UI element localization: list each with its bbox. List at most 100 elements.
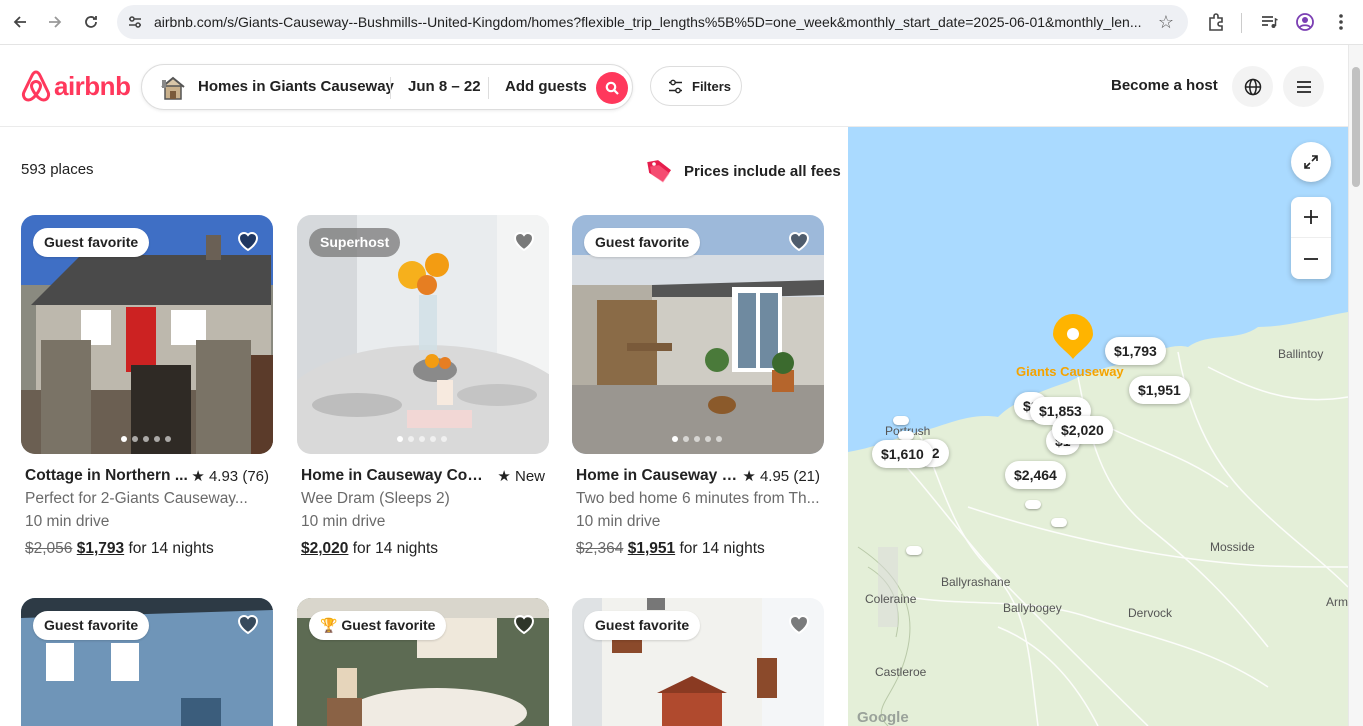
heart-icon[interactable]: [235, 228, 261, 254]
kebab-menu-icon[interactable]: [1329, 10, 1353, 34]
listing-photo[interactable]: Guest favorite: [572, 215, 824, 454]
listing-price[interactable]: $2,020 for 14 nights: [301, 540, 438, 558]
home-category-icon: [161, 76, 185, 100]
map-mini-pin[interactable]: [1051, 518, 1067, 527]
search-bar[interactable]: Homes in Giants Causeway Jun 8 – 22 Add …: [141, 64, 633, 110]
google-attribution: Google: [857, 709, 909, 726]
extensions-icon[interactable]: [1204, 10, 1228, 34]
listing-badge: Guest favorite: [584, 611, 701, 640]
search-divider: [390, 77, 391, 99]
listing-badge: Guest favorite: [33, 611, 150, 640]
search-guests[interactable]: Add guests: [505, 78, 587, 95]
listing-subtitle: Perfect for 2-Giants Causeway...: [25, 490, 248, 507]
fees-label: Prices include all fees: [684, 163, 841, 180]
zoom-out-icon[interactable]: [1291, 238, 1331, 279]
price-pin[interactable]: $1,610: [872, 440, 933, 468]
listing-subtitle: Two bed home 6 minutes from Th...: [576, 490, 820, 507]
address-bar[interactable]: airbnb.com/s/Giants-Causeway--Bushmills-…: [117, 5, 1188, 39]
price-period: for 14 nights: [679, 540, 765, 557]
zoom-controls: [1291, 197, 1331, 279]
map-mini-pin[interactable]: [1025, 500, 1041, 509]
price-pin[interactable]: $2,020: [1052, 416, 1113, 444]
listing-subtitle: Wee Dram (Sleeps 2): [301, 490, 450, 507]
scrollbar-thumb[interactable]: [1352, 67, 1360, 187]
heart-icon[interactable]: [235, 611, 261, 637]
map-panel[interactable]: Giants Causeway Ballintoy Portrush Mossi…: [848, 127, 1348, 726]
hamburger-icon[interactable]: [1283, 66, 1324, 107]
discounted-price[interactable]: $1,793: [77, 540, 124, 557]
price-tag-icon: [647, 160, 672, 183]
search-where[interactable]: Homes in Giants Causeway: [198, 78, 394, 95]
zoom-in-icon[interactable]: [1291, 197, 1331, 238]
brand-name: airbnb: [54, 70, 131, 101]
original-price: $2,056: [25, 540, 73, 557]
heart-icon[interactable]: [511, 611, 537, 637]
landmark-label: Giants Causeway: [1016, 364, 1124, 379]
listing-card[interactable]: Guest favorite Home in Causeway C... ★ 4…: [572, 215, 824, 565]
listing-price[interactable]: $2,056 $1,793 for 14 nights: [25, 540, 214, 558]
airbnb-belo-icon: [21, 70, 51, 102]
listing-badge: 🏆 Guest favorite: [309, 611, 447, 640]
listing-title: Home in Causeway Coas...: [301, 467, 491, 484]
place-label: Ballybogey: [1003, 601, 1062, 615]
landmark-pin-icon[interactable]: [1051, 313, 1095, 361]
listing-photo[interactable]: Guest favorite: [21, 215, 273, 454]
bookmark-star-icon[interactable]: ☆: [1158, 12, 1174, 33]
url-text[interactable]: airbnb.com/s/Giants-Causeway--Bushmills-…: [154, 14, 1144, 30]
trophy-icon: 🏆: [320, 617, 338, 633]
heart-icon[interactable]: [786, 228, 812, 254]
search-icon: [605, 81, 619, 95]
search-divider: [488, 77, 489, 99]
listing-photo[interactable]: Superhost: [297, 215, 549, 454]
expand-map-button[interactable]: [1291, 142, 1331, 182]
price-pin[interactable]: $2,464: [1005, 461, 1066, 489]
filters-button[interactable]: Filters: [650, 66, 742, 106]
price-period: for 14 nights: [128, 540, 214, 557]
fees-toggle[interactable]: Prices include all fees: [646, 156, 841, 186]
media-icon[interactable]: [1257, 10, 1281, 34]
listing-title: Cottage in Northern ...: [25, 467, 188, 484]
listing-distance: 10 min drive: [576, 513, 661, 530]
page-scrollbar[interactable]: [1348, 45, 1363, 726]
map-mini-pin[interactable]: [898, 431, 914, 440]
listing-card[interactable]: Guest favorite: [572, 598, 824, 726]
discounted-price[interactable]: $1,951: [628, 540, 675, 557]
search-button[interactable]: [596, 72, 628, 104]
listing-badge: Guest favorite: [33, 228, 150, 257]
listing-price-value[interactable]: $2,020: [301, 540, 348, 557]
place-label: Armoy: [1326, 595, 1348, 609]
listing-card[interactable]: Superhost Home in Causeway Coas... ★ New…: [297, 215, 549, 565]
map-mini-pin[interactable]: [893, 416, 909, 425]
site-info-icon[interactable]: [127, 14, 143, 30]
heart-icon[interactable]: [511, 228, 537, 254]
listing-badge: Guest favorite: [584, 228, 701, 257]
expand-icon: [1304, 155, 1318, 169]
listing-card[interactable]: Guest favorite Cottage in Northern ... ★…: [21, 215, 273, 565]
photo-dots: [121, 436, 171, 442]
listing-price[interactable]: $2,364 $1,951 for 14 nights: [576, 540, 765, 558]
listing-photo[interactable]: Guest favorite: [572, 598, 824, 726]
listing-photo[interactable]: Guest favorite: [21, 598, 273, 726]
site-header: airbnb Homes in Giants Causeway Jun 8 – …: [0, 45, 1363, 127]
listing-photo[interactable]: 🏆 Guest favorite: [297, 598, 549, 726]
listing-title: Home in Causeway C...: [576, 467, 741, 484]
forward-arrow-icon[interactable]: [41, 8, 69, 36]
globe-icon[interactable]: [1232, 66, 1273, 107]
heart-icon[interactable]: [786, 611, 812, 637]
search-dates[interactable]: Jun 8 – 22: [408, 78, 481, 95]
profile-icon[interactable]: [1293, 10, 1317, 34]
price-pin[interactable]: $1,793: [1105, 337, 1166, 365]
listing-card[interactable]: 🏆 Guest favorite: [297, 598, 549, 726]
listing-rating: ★ 4.95 (21): [742, 468, 820, 485]
listing-card[interactable]: Guest favorite: [21, 598, 273, 726]
results-count: 593 places: [21, 161, 94, 178]
price-pin[interactable]: $1,951: [1129, 376, 1190, 404]
become-host-link[interactable]: Become a host: [1111, 77, 1218, 94]
airbnb-logo[interactable]: airbnb: [20, 69, 131, 103]
place-label: Ballintoy: [1278, 347, 1324, 361]
back-arrow-icon[interactable]: [6, 8, 34, 36]
reload-icon[interactable]: [77, 8, 105, 36]
listing-rating: ★ New: [497, 468, 545, 485]
map-mini-pin[interactable]: [906, 546, 922, 555]
filters-label: Filters: [692, 79, 732, 94]
